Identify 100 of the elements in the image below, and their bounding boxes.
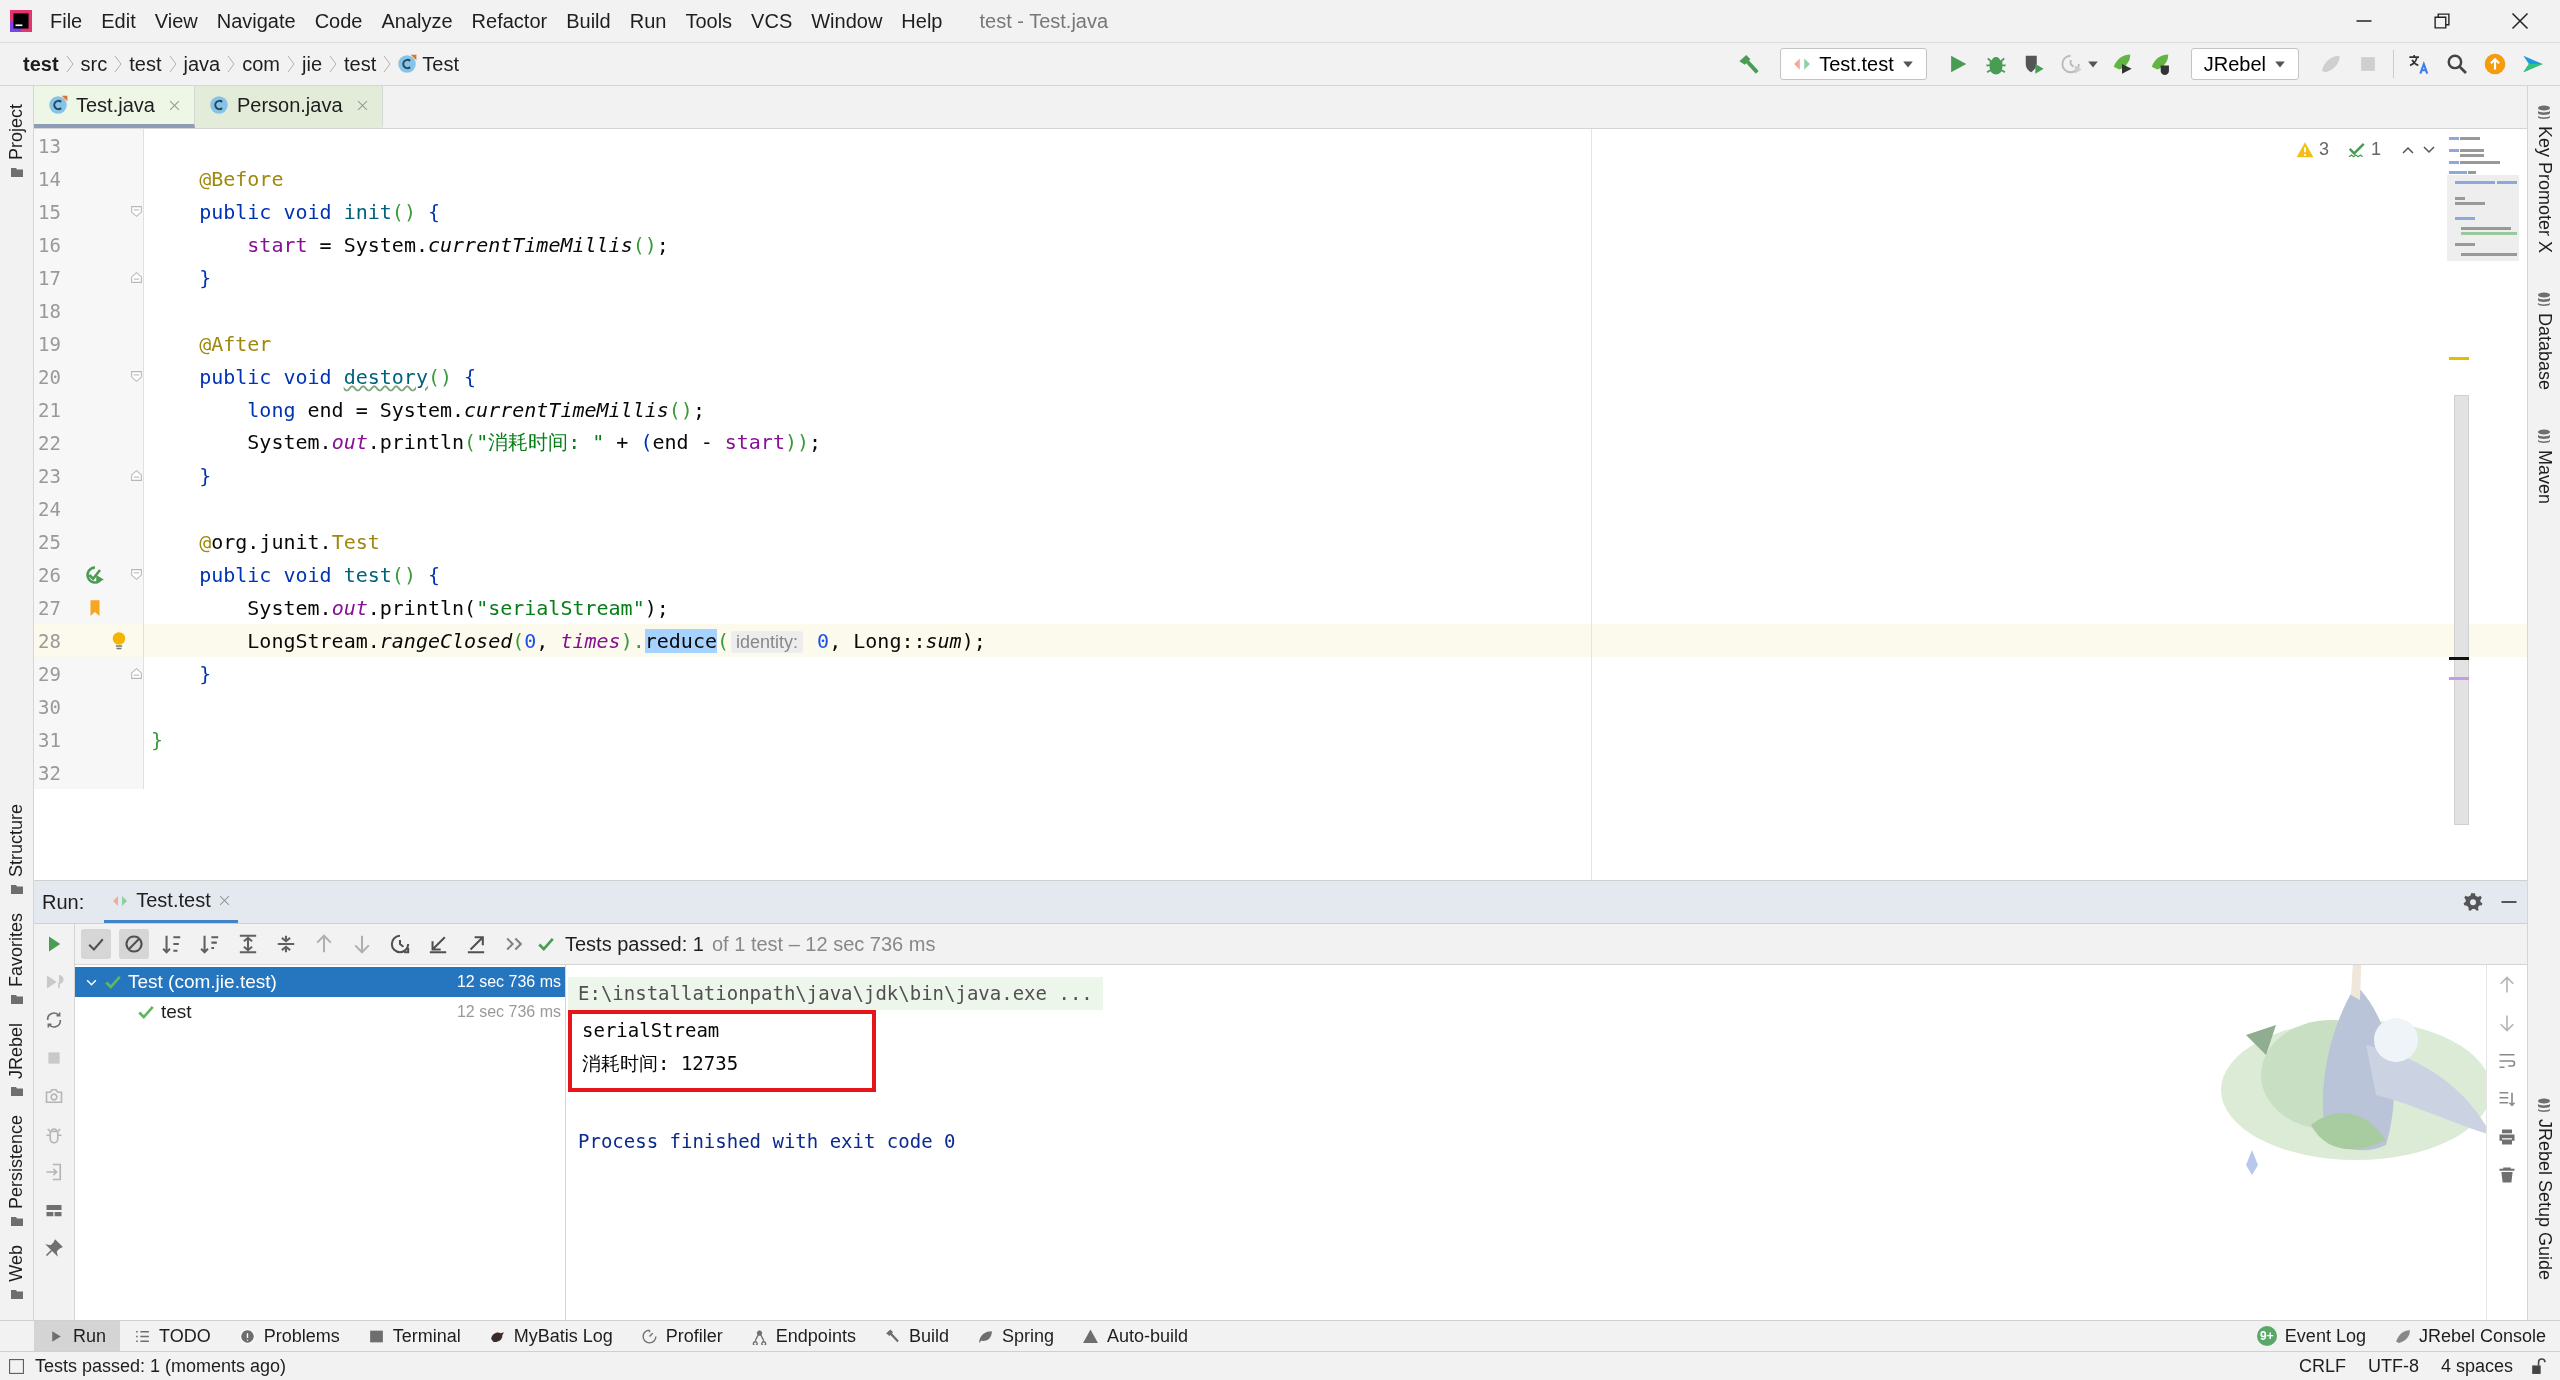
tool-window-button[interactable]: Structure (6, 804, 27, 878)
fold-icon[interactable] (129, 271, 143, 284)
menu-item[interactable]: Tools (685, 9, 733, 33)
breadcrumb[interactable]: jie (302, 52, 322, 76)
tool-window-tab[interactable]: Terminal (353, 1321, 475, 1351)
tool-window-tab[interactable]: Auto-build (1067, 1321, 1202, 1351)
breadcrumb[interactable]: test (129, 52, 162, 76)
tool-window-button[interactable]: Favorites (6, 913, 27, 988)
exit-icon[interactable] (44, 1162, 64, 1182)
configuration-tab[interactable]: Test.test (104, 881, 238, 923)
tool-window-tab[interactable]: Endpoints (736, 1321, 870, 1351)
hammer-icon[interactable] (1738, 53, 1761, 75)
tool-window-button[interactable]: Web (6, 1245, 27, 1282)
soft-wrap-icon[interactable] (2497, 1051, 2517, 1071)
breadcrumb-separator-icon (287, 53, 295, 75)
run-configuration-dropdown[interactable]: Test.test (1780, 48, 1927, 80)
menu-item[interactable]: Code (314, 9, 363, 33)
breadcrumb-separator-icon (383, 53, 392, 75)
line-number: 15 (37, 200, 62, 223)
check-count[interactable]: 1 (2371, 139, 2381, 160)
fold-icon[interactable] (129, 469, 143, 482)
line-number: 31 (37, 728, 62, 751)
breadcrumb[interactable]: test (344, 52, 377, 76)
menu-item[interactable]: Help (901, 9, 943, 33)
update-icon[interactable] (2484, 53, 2506, 75)
breadcrumb[interactable]: test (23, 52, 59, 76)
scroll-to-end-icon[interactable] (2497, 1089, 2517, 1109)
test-tree-row[interactable]: test 12 sec 736 ms (75, 997, 565, 1027)
status-item[interactable]: UTF-8 (2367, 1355, 2419, 1377)
menu-item[interactable]: View (154, 9, 198, 33)
close-icon[interactable] (2510, 11, 2530, 31)
app-logo-icon (10, 10, 32, 32)
breadcrumb[interactable]: src (80, 52, 108, 76)
bookmark-marker[interactable] (2449, 677, 2469, 680)
tool-window-tab[interactable]: JRebel Console (2379, 1321, 2560, 1351)
menu-item[interactable]: Run (629, 9, 667, 33)
console-line: Process finished with exit code 0 (577, 1129, 956, 1154)
check-icon[interactable] (2348, 140, 2366, 159)
scrollbar[interactable] (2454, 395, 2469, 825)
tool-window-tab[interactable]: Spring (962, 1321, 1068, 1351)
tool-window-tab[interactable]: Run (34, 1321, 121, 1351)
editor-tab[interactable]: Person.java (194, 86, 383, 128)
show-passed-icon[interactable] (81, 929, 111, 959)
tool-window-tab[interactable]: Problems (224, 1321, 354, 1351)
warning-marker[interactable] (2449, 357, 2469, 360)
pin-icon[interactable] (44, 1238, 64, 1258)
print-icon[interactable] (2497, 1127, 2517, 1147)
restore-icon[interactable] (2432, 11, 2452, 31)
menu-item[interactable]: Build (566, 9, 611, 33)
status-item[interactable]: CRLF (2298, 1355, 2346, 1377)
code-line: System.out.println("serialStream"); (246, 595, 669, 620)
menu-item[interactable]: Refactor (471, 9, 548, 33)
plugin-logo-icon[interactable] (2522, 53, 2544, 75)
settings-icon[interactable] (2463, 892, 2483, 912)
fold-icon[interactable] (129, 568, 143, 581)
fold-icon[interactable] (129, 370, 143, 383)
tool-window-button[interactable]: Database (2533, 313, 2555, 391)
menu-item[interactable]: Window (811, 9, 883, 33)
status-item[interactable]: 4 spaces (2440, 1355, 2513, 1377)
menu-item[interactable]: VCS (751, 9, 793, 33)
warning-count[interactable]: 3 (2318, 139, 2329, 160)
arrow-down-icon[interactable] (2497, 1013, 2517, 1033)
test-summary-detail: of 1 test – 12 sec 736 ms (711, 932, 936, 956)
jrebel-dropdown[interactable]: JRebel (2190, 48, 2299, 80)
show-ignored-icon[interactable] (119, 929, 149, 959)
tool-window-icon (2536, 104, 2552, 120)
lock-icon[interactable] (2529, 1357, 2546, 1375)
fold-icon[interactable] (129, 667, 143, 680)
panel-toggle-icon[interactable] (8, 1357, 25, 1375)
tool-window-tab[interactable]: TODO (120, 1321, 225, 1351)
trash-icon[interactable] (2497, 1165, 2517, 1185)
tool-window-tab[interactable]: Profiler (626, 1321, 737, 1351)
console-line: 消耗时间: 12735 (581, 1051, 739, 1076)
translate-icon[interactable] (2408, 53, 2430, 75)
tool-window-tab[interactable]: Build (869, 1321, 963, 1351)
tool-window-button[interactable]: Key Promoter X (2533, 126, 2555, 254)
test-tree-row[interactable]: Test (com.jie.test) 12 sec 736 ms (75, 967, 565, 997)
camera-icon[interactable] (44, 1086, 64, 1106)
tool-window-button[interactable]: Project (6, 104, 27, 161)
fold-icon[interactable] (129, 205, 143, 218)
line-number: 28 (37, 629, 62, 652)
menu-item[interactable]: Analyze (381, 9, 453, 33)
menu-item[interactable]: Navigate (216, 9, 296, 33)
breadcrumb[interactable]: com (242, 52, 280, 76)
run-test-icon[interactable] (85, 564, 106, 585)
tool-window-tab[interactable]: MyBatis Log (474, 1321, 627, 1351)
tool-window-icon (2536, 428, 2552, 445)
code-line: public void test() { (198, 562, 441, 587)
breadcrumb[interactable]: Test (422, 52, 459, 76)
tool-window-button[interactable]: Persistence (6, 1115, 27, 1210)
tool-window-tab[interactable]: 9+ Event Log (2242, 1321, 2380, 1351)
toggle-auto-test-icon[interactable] (44, 1010, 64, 1030)
breadcrumb[interactable]: java (183, 52, 221, 76)
menu-item[interactable]: Edit (101, 9, 136, 33)
editor-tab[interactable]: Test.java (34, 86, 195, 128)
tool-window-button[interactable]: JRebel Setup Guide (2533, 1118, 2555, 1280)
menu-item[interactable]: File (50, 9, 83, 33)
tool-window-button[interactable]: JRebel (6, 1023, 27, 1080)
search-icon[interactable] (2446, 53, 2468, 75)
tool-window-button[interactable]: Maven (2533, 450, 2555, 505)
